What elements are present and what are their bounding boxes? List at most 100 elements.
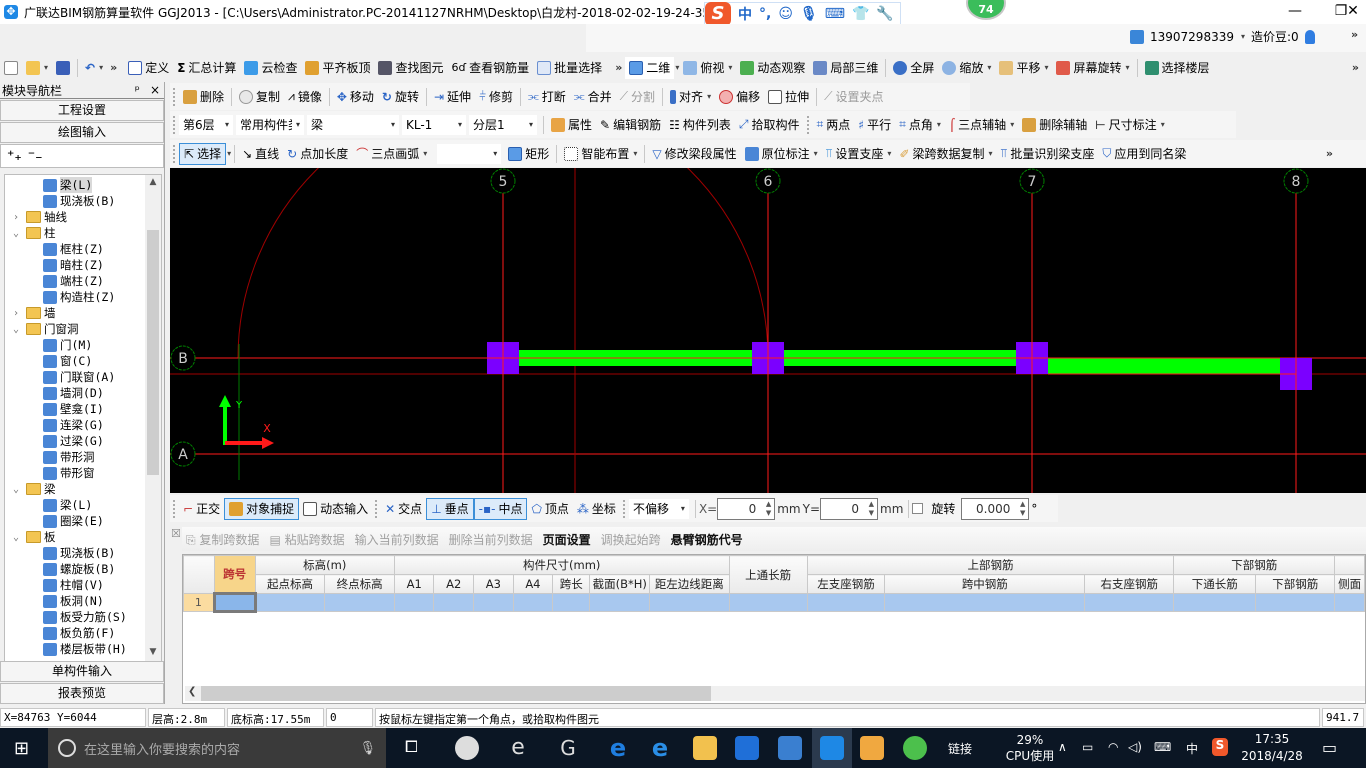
axis-bubble-7[interactable]: 7 [1019,168,1045,194]
ime-chinese-toggle[interactable]: 中 [738,4,752,24]
open-file-button[interactable]: ▾ [22,57,52,79]
expand-all-icon[interactable]: ⁺₊ [7,148,22,164]
tree-item[interactable]: 连梁(G) [43,417,104,433]
column-header[interactable]: A3 [473,574,514,594]
tree-item[interactable]: 圈梁(E) [43,513,104,529]
chevron-down-icon[interactable]: ▾ [633,149,637,158]
table-cell[interactable] [324,593,395,612]
tool-offset[interactable]: 偏移 [715,86,764,108]
spinner-icon[interactable]: ▲ ▼ [869,500,874,518]
scroll-up-icon[interactable]: ▲ [145,177,161,191]
undo-button[interactable]: ↶ ▾ [81,57,107,79]
overflow-chevron-icon[interactable]: » [107,61,120,74]
chevron-down-icon[interactable]: ⌄ [13,532,23,543]
scroll-thumb[interactable] [201,686,711,701]
component-category-combo[interactable]: 梁 ▾ [307,114,399,135]
row-number[interactable]: 1 [183,593,215,612]
pin-icon[interactable]: ᵖ [135,83,140,97]
column-header[interactable]: 截面(B*H) [589,574,651,594]
tree-item[interactable]: 壁龛(I) [43,401,104,417]
tool-top-view[interactable]: 俯视 ▾ [679,57,736,79]
app-g-icon[interactable]: G [556,736,580,760]
overflow-chevron-icon[interactable]: » [1349,61,1362,74]
y-offset-input[interactable]: 0 ▲ ▼ [820,497,878,520]
tree-item[interactable]: 梁(L) [43,497,92,513]
tool-span-copy[interactable]: ✐ 梁跨数据复制 ▾ [895,143,996,165]
tool-find-element[interactable]: 查找图元 [374,57,447,79]
tree-scrollbar[interactable]: ▲ ▼ [145,175,161,663]
column-header[interactable]: 左支座钢筋 [806,574,886,594]
snap-vertex[interactable]: ⬠ 顶点 [527,498,572,520]
tool-edit-rebar[interactable]: ✎ 编辑钢筋 [596,114,665,136]
tool-merge[interactable]: ⫘ 合并 [570,86,616,108]
overflow-chevron-icon[interactable]: » [1348,28,1361,41]
page-setup-button[interactable]: 页面设置 [543,531,591,548]
chevron-down-icon[interactable]: ▾ [423,149,427,158]
tool-dimension[interactable]: ⊢ 尺寸标注 ▾ [1091,114,1168,136]
taskbar-search[interactable]: 在这里输入你要搜索的内容 🎙 [48,728,386,768]
tool-fullscreen[interactable]: 全屏 [889,57,938,79]
layer-combo[interactable]: 分层1 ▾ [469,114,537,135]
table-cell[interactable] [1084,593,1175,612]
microphone-icon[interactable]: 🎙 [359,741,376,756]
nav-report-preview[interactable]: 报表预览 [0,683,164,704]
tree-item[interactable]: 现浇板(B) [43,193,115,209]
close-button[interactable]: ✕ [1340,0,1366,24]
snap-dynamic-input[interactable]: 动态输入 [299,498,372,520]
tool-three-point-axis[interactable]: ⌠ 三点辅轴 ▾ [945,114,1018,136]
table-row[interactable]: 1 [183,592,1365,613]
tree-item[interactable]: 暗柱(Z) [43,257,104,273]
tool-rotate-screen[interactable]: 屏幕旋转 ▾ [1052,57,1133,79]
offset-mode-combo[interactable]: 不偏移 ▾ [628,498,689,519]
tree-item[interactable]: 带形洞 [43,449,95,465]
tree-item[interactable]: 过梁(G) [43,433,104,449]
column-header[interactable]: A1 [393,574,435,594]
column-header[interactable]: 跨长 [552,574,591,594]
tool-break[interactable]: ⫘ 打断 [524,86,570,108]
reader-app-icon[interactable] [778,736,802,760]
table-cell[interactable] [1334,593,1365,612]
snap-perpendicular[interactable]: ⊥ 垂点 [426,497,474,520]
ime-keyboard-icon[interactable]: ⌨ [825,6,845,22]
column-header[interactable]: 侧面 [1334,574,1365,594]
table-cell[interactable] [254,593,326,612]
chevron-down-icon[interactable]: ▾ [1125,63,1129,72]
column-header[interactable]: 下通长筋 [1173,574,1257,594]
column-header[interactable]: A2 [433,574,475,594]
toolbar-grip[interactable] [375,499,378,518]
tree-folder[interactable]: ⌄ 板 [13,529,56,545]
chevron-down-icon[interactable]: ▾ [707,92,711,101]
chevron-down-icon[interactable]: ▾ [814,149,818,158]
tool-select-floor[interactable]: 选择楼层 [1141,57,1214,79]
tool-pan[interactable]: 平移 ▾ [995,57,1052,79]
cantilever-rebar-code-button[interactable]: 悬臂钢筋代号 [671,531,743,548]
internet-explorer-icon[interactable]: e [648,736,672,760]
tree-item[interactable]: 端柱(Z) [43,273,104,289]
notes-app-icon[interactable] [860,736,884,760]
tool-local-3d[interactable]: 局部三维 [809,57,882,79]
table-cell[interactable] [589,593,651,612]
user-account[interactable]: 13907298339 ▾ 造价豆:0 [1130,28,1315,45]
tree-item[interactable]: 板受力筋(S) [43,609,127,625]
axis-bubble-8[interactable]: 8 [1283,168,1309,194]
cpu-widget[interactable]: 29% CPU使用 [1000,732,1060,764]
table-cell[interactable] [1173,593,1257,612]
tree-item[interactable]: 墙洞(D) [43,385,104,401]
overflow-chevron-icon[interactable]: » [612,61,625,74]
column-header[interactable]: 距左边线距离 [649,574,730,594]
spinner-icon[interactable]: ▲ ▼ [1020,500,1025,518]
tree-item[interactable]: 门联窗(A) [43,369,115,385]
tool-trim[interactable]: ⫩ 修剪 [475,86,517,108]
toolbar-grip[interactable] [806,115,810,134]
selected-cell[interactable] [212,592,257,613]
draw-mode-combo[interactable]: ▾ [437,143,502,164]
scroll-down-icon[interactable]: ▼ [145,647,161,661]
chevron-down-icon[interactable]: ▾ [728,63,732,72]
tool-sum-calc[interactable]: Σ 汇总计算 [173,57,240,79]
table-cell[interactable] [806,593,886,612]
tool-rectangle[interactable]: 矩形 [504,143,553,165]
tool-align[interactable]: 对齐 ▾ [666,86,715,108]
ime-skin-icon[interactable]: 👕 [852,6,869,22]
table-cell[interactable] [728,593,808,612]
toolbar-grip[interactable] [173,499,176,518]
